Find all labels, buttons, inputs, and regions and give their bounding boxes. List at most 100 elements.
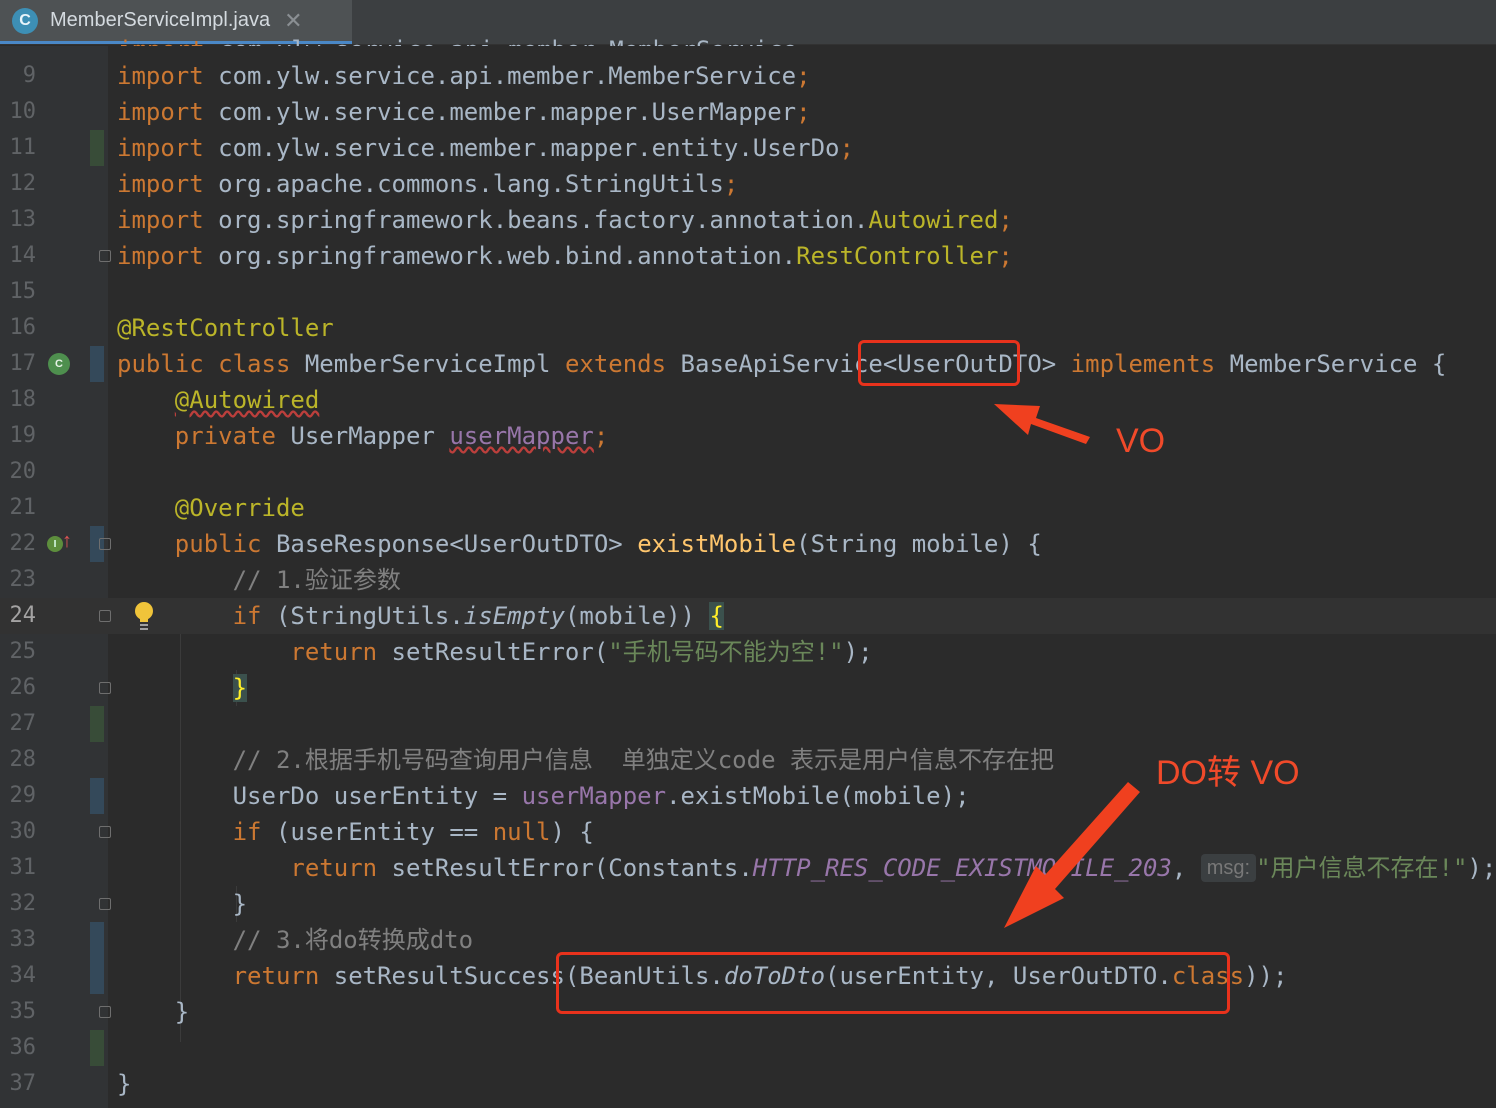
code-line: 11 import com.ylw.service.member.mapper.… xyxy=(0,130,1496,166)
code-text: @Autowired xyxy=(174,386,320,414)
vcs-modified-marker[interactable] xyxy=(90,778,104,814)
code-line: 14 import org.springframework.web.bind.a… xyxy=(0,238,1496,274)
line-number: 22 xyxy=(9,531,37,556)
vcs-modified-marker[interactable] xyxy=(90,346,104,382)
code-line: 27 xyxy=(0,706,1496,742)
code-text: UserDo userEntity = userMapper.existMobi… xyxy=(232,782,970,810)
line-number: 10 xyxy=(9,99,37,124)
code-line: 30 if (userEntity == null) { xyxy=(0,814,1496,850)
code-line: 20 xyxy=(0,454,1496,490)
line-number: 23 xyxy=(9,567,37,592)
line-number: 19 xyxy=(9,423,37,448)
line-number: 37 xyxy=(9,1071,37,1096)
code-line: 12 import org.apache.commons.lang.String… xyxy=(0,166,1496,202)
implements-method-icon[interactable]: I xyxy=(47,536,63,552)
line-number: 9 xyxy=(22,63,36,88)
code-line: 22 I ↑ public BaseResponse<UserOutDTO> e… xyxy=(0,526,1496,562)
line-number: 21 xyxy=(9,495,37,520)
code-line: 13 import org.springframework.beans.fact… xyxy=(0,202,1496,238)
code-text: // 1.验证参数 xyxy=(232,566,401,594)
fold-start-icon[interactable] xyxy=(99,610,111,622)
line-number: 16 xyxy=(9,315,37,340)
code-text: import org.springframework.web.bind.anno… xyxy=(117,242,1013,270)
code-line: 10 import com.ylw.service.member.mapper.… xyxy=(0,94,1496,130)
line-number: 35 xyxy=(9,999,37,1024)
fold-start-icon[interactable] xyxy=(99,826,111,838)
line-number: 12 xyxy=(9,171,37,196)
code-text: return setResultError(Constants.HTTP_RES… xyxy=(290,854,1496,882)
code-text: import com.ylw.service.member.mapper.Use… xyxy=(117,98,811,126)
vcs-modified-marker[interactable] xyxy=(90,958,104,994)
line-number: 29 xyxy=(9,783,37,808)
matched-brace: { xyxy=(709,602,724,630)
line-number: 31 xyxy=(9,855,37,880)
code-lines: 9 import com.ylw.service.api.member.Memb… xyxy=(0,58,1496,1102)
code-text: public class MemberServiceImpl extends B… xyxy=(117,350,1447,378)
code-line: 15 xyxy=(0,274,1496,310)
code-editor[interactable]: 9 import com.ylw.service.api.member.Memb… xyxy=(0,46,1496,1108)
override-arrow-icon[interactable]: ↑ xyxy=(62,530,72,553)
code-text: import org.springframework.beans.factory… xyxy=(117,206,1013,234)
code-line: 26 } xyxy=(0,670,1496,706)
line-number: 36 xyxy=(9,1035,37,1060)
scrolled-line-fragment: import com.ylw.service.api.member.Member… xyxy=(118,38,797,46)
line-number: 24 xyxy=(9,603,37,628)
line-number: 18 xyxy=(9,387,37,412)
line-number: 13 xyxy=(9,207,37,232)
code-line: 18 @Autowired xyxy=(0,382,1496,418)
line-number: 14 xyxy=(9,243,37,268)
line-number: 20 xyxy=(9,459,37,484)
line-number: 33 xyxy=(9,927,37,952)
vo-label: VO xyxy=(1116,422,1166,460)
code-line: 36 xyxy=(0,1030,1496,1066)
code-text: import com.ylw.service.member.mapper.ent… xyxy=(117,134,854,162)
fold-end-icon[interactable] xyxy=(99,898,111,910)
code-text: @Override xyxy=(174,494,305,522)
code-text: import com.ylw.service.api.member.Member… xyxy=(117,62,811,90)
code-text: // 2.根据手机号码查询用户信息 单独定义code 表示是用户信息不存在把 xyxy=(232,746,1054,774)
spring-bean-icon[interactable]: C xyxy=(48,353,70,375)
code-line: 31 return setResultError(Constants.HTTP_… xyxy=(0,850,1496,886)
line-number: 34 xyxy=(9,963,37,988)
vcs-added-marker[interactable] xyxy=(90,706,104,742)
code-text: import org.apache.commons.lang.StringUti… xyxy=(117,170,739,198)
fold-start-icon[interactable] xyxy=(99,538,111,550)
line-number: 28 xyxy=(9,747,37,772)
code-text: if (userEntity == null) { xyxy=(232,818,594,846)
line-number: 30 xyxy=(9,819,37,844)
code-line: 25 return setResultError("手机号码不能为空!"); xyxy=(0,634,1496,670)
code-line: 21 @Override xyxy=(0,490,1496,526)
fold-end-icon[interactable] xyxy=(99,682,111,694)
tab-title: MemberServiceImpl.java xyxy=(50,9,271,31)
line-number: 25 xyxy=(9,639,37,664)
code-text: } xyxy=(117,670,248,706)
code-text: } xyxy=(232,890,248,918)
code-line: 32 } xyxy=(0,886,1496,922)
code-text: @RestController xyxy=(117,314,334,342)
java-class-icon: C xyxy=(12,7,38,34)
code-text: public BaseResponse<UserOutDTO> existMob… xyxy=(174,530,1042,558)
code-text: return setResultError("手机号码不能为空!"); xyxy=(290,638,873,666)
vcs-added-marker[interactable] xyxy=(90,130,104,166)
code-text: } xyxy=(117,1070,132,1098)
code-text: } xyxy=(174,998,190,1026)
vo-highlight-box xyxy=(858,340,1020,386)
fold-end-icon[interactable] xyxy=(99,1006,111,1018)
code-text: private UserMapper userMapper; xyxy=(174,422,609,450)
close-icon[interactable]: ✕ xyxy=(284,8,302,34)
parameter-hint: msg: xyxy=(1200,854,1257,882)
do-to-vo-label: DO转 VO xyxy=(1156,754,1300,792)
code-line: 23 // 1.验证参数 xyxy=(0,562,1496,598)
line-number: 27 xyxy=(9,711,37,736)
fold-end-icon[interactable] xyxy=(99,250,111,262)
line-number: 11 xyxy=(9,135,37,160)
code-line: 16 @RestController xyxy=(0,310,1496,346)
code-text: // 3.将do转换成dto xyxy=(232,926,474,954)
line-number: 17 xyxy=(9,351,37,376)
vcs-added-marker[interactable] xyxy=(90,1030,104,1066)
code-line-current: 24 if (StringUtils.isEmpty(mobile)) { xyxy=(0,598,1496,634)
code-line: 9 import com.ylw.service.api.member.Memb… xyxy=(0,58,1496,94)
code-text: if (StringUtils.isEmpty(mobile)) { xyxy=(232,602,724,630)
line-number: 26 xyxy=(9,675,37,700)
vcs-modified-marker[interactable] xyxy=(90,922,104,958)
